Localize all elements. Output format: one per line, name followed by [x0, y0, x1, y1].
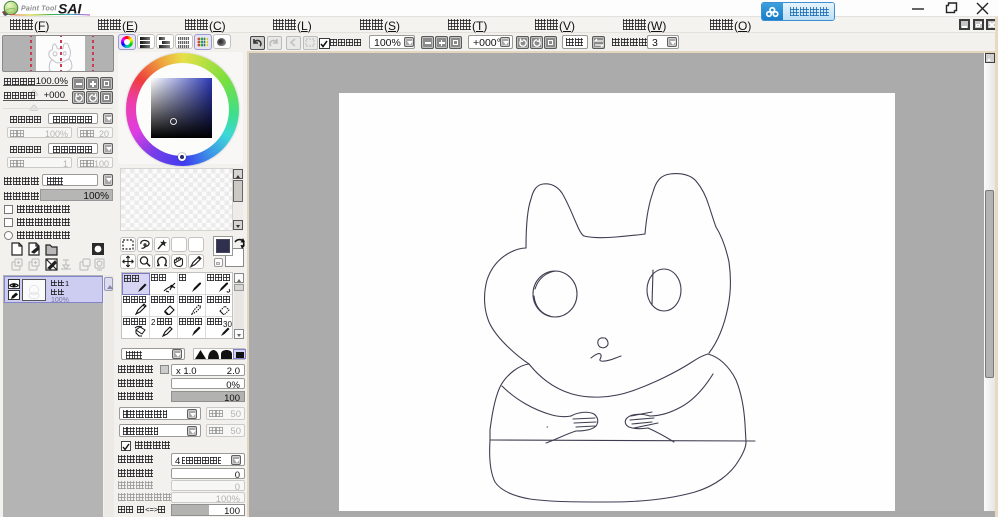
svg-text:Paint Tool: Paint Tool: [21, 6, 57, 13]
